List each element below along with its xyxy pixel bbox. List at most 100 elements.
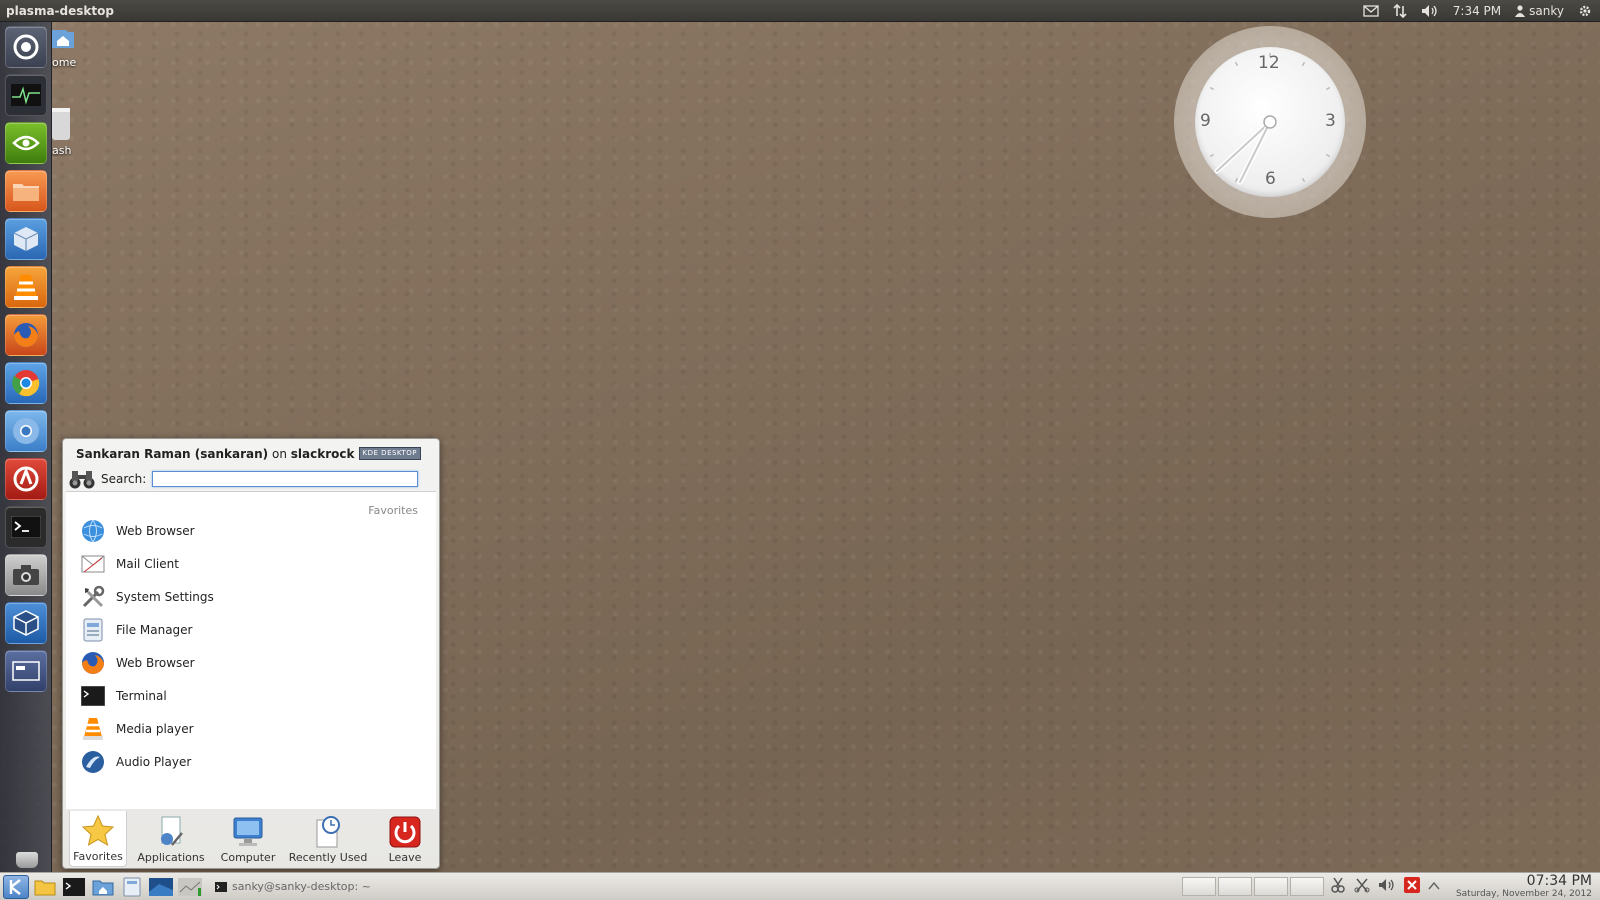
launcher-terminal[interactable]	[5, 506, 47, 548]
network-icon[interactable]	[1393, 3, 1407, 18]
trash-icon	[52, 108, 70, 140]
tools-icon	[80, 584, 106, 610]
pager-desktop-4[interactable]	[1290, 877, 1324, 896]
error-icon[interactable]	[1404, 877, 1420, 896]
search-input[interactable]	[152, 471, 419, 487]
home-folder-icon	[52, 30, 74, 48]
chromium-icon	[13, 418, 39, 444]
desktop-home-label: ome	[52, 56, 77, 69]
favorite-media-player[interactable]: Media player	[80, 714, 420, 744]
search-label: Search:	[101, 472, 147, 486]
favorite-label: System Settings	[116, 590, 214, 604]
favorite-label: Web Browser	[116, 656, 195, 670]
favorite-web-browser-firefox[interactable]: Web Browser	[80, 648, 420, 678]
launcher-camera[interactable]	[5, 554, 47, 596]
nvidia-icon	[12, 135, 40, 151]
tab-favorites[interactable]: Favorites	[69, 811, 127, 867]
scissors-icon[interactable]	[1354, 877, 1370, 896]
kde-logo-icon	[9, 878, 21, 895]
tab-applications[interactable]: Applications	[127, 811, 215, 867]
taskbar-folder[interactable]	[32, 875, 58, 899]
desktop-trash-icon[interactable]: ash	[52, 106, 71, 157]
menu-tabs: Favorites Applications Computer Recently…	[69, 811, 435, 867]
tab-computer[interactable]: Computer	[215, 811, 281, 867]
kde-menu-button[interactable]	[3, 874, 29, 899]
terminal-icon	[215, 881, 227, 892]
taskbar-terminal[interactable]	[61, 875, 87, 899]
vlc-icon	[14, 275, 38, 300]
workspace-icon	[12, 661, 40, 681]
launcher-workspace[interactable]	[5, 650, 47, 692]
pager-desktop-2[interactable]	[1218, 877, 1252, 896]
clock-numeral-9: 9	[1200, 111, 1211, 131]
launcher-trash-icon[interactable]	[16, 852, 38, 868]
cube-icon	[13, 227, 39, 251]
favorite-web-browser[interactable]: Web Browser	[80, 516, 420, 546]
tab-label: Leave	[388, 851, 422, 864]
launcher-chrome[interactable]	[5, 362, 47, 404]
launcher-firefox[interactable]	[5, 314, 47, 356]
mail-icon	[80, 551, 106, 577]
launcher-virtualbox[interactable]	[5, 602, 47, 644]
favorite-label: Web Browser	[116, 524, 195, 538]
launcher-app[interactable]	[5, 458, 47, 500]
taskbar-file-manager[interactable]	[119, 875, 145, 899]
folder-icon	[34, 880, 56, 895]
menu-header: Sankaran Raman (sankaran) on slackrock K…	[76, 447, 429, 463]
clock-face: 12 3 6 9	[1195, 47, 1345, 197]
launcher-system-monitor[interactable]	[5, 74, 47, 116]
pager-desktop-3[interactable]	[1254, 877, 1288, 896]
clock-numeral-6: 6	[1265, 169, 1276, 189]
menu-hostname: slackrock	[290, 447, 355, 461]
launcher-chromium[interactable]	[5, 410, 47, 452]
system-monitor-icon	[11, 84, 41, 106]
user-menu[interactable]: sanky	[1515, 4, 1564, 18]
desktop-home-icon[interactable]: ome	[52, 28, 76, 69]
taskbar-clock[interactable]: 07:34 PM Saturday, November 24, 2012	[1455, 873, 1592, 900]
clock-numeral-12: 12	[1258, 53, 1280, 73]
app-icon	[13, 466, 39, 492]
volume-icon[interactable]	[1378, 877, 1396, 896]
taskbar-date: Saturday, November 24, 2012	[1455, 889, 1592, 899]
tab-leave[interactable]: Leave	[375, 811, 435, 867]
user-icon	[1515, 4, 1526, 17]
tab-recently-used[interactable]: Recently Used	[281, 811, 375, 867]
analog-clock-widget[interactable]: 12 3 6 9	[1174, 26, 1366, 218]
tray-expand-arrow-icon[interactable]	[1428, 880, 1440, 894]
menu-user-name: Sankaran Raman (sankaran)	[76, 447, 269, 461]
launcher-files[interactable]	[5, 170, 47, 212]
virtualbox-icon	[13, 610, 39, 636]
volume-icon[interactable]	[1421, 4, 1439, 18]
klipper-icon[interactable]	[1330, 877, 1346, 896]
home-folder-icon	[92, 880, 114, 895]
search-row: Search:	[69, 466, 419, 492]
launcher-dash[interactable]	[5, 26, 47, 68]
taskbar-time: 07:34 PM	[1526, 873, 1592, 889]
favorite-file-manager[interactable]: File Manager	[80, 615, 420, 645]
terminal-icon	[11, 516, 41, 538]
mail-icon[interactable]	[1363, 4, 1379, 17]
pager-desktop-1[interactable]	[1182, 877, 1216, 896]
taskbar-activity[interactable]	[177, 875, 203, 899]
panel-clock[interactable]: 7:34 PM	[1453, 4, 1501, 18]
taskbar-home[interactable]	[90, 875, 116, 899]
chrome-icon	[12, 370, 40, 397]
bottom-taskbar: sanky@sanky-desktop: ~ 07:34 PM Saturday…	[0, 872, 1600, 900]
window-title: plasma-desktop	[6, 3, 114, 18]
launcher-nvidia[interactable]	[5, 122, 47, 164]
session-gear-icon[interactable]	[1578, 4, 1592, 18]
launcher-vlc[interactable]	[5, 266, 47, 308]
favorite-terminal[interactable]: Terminal	[80, 681, 420, 711]
favorite-mail-client[interactable]: Mail Client	[80, 549, 420, 579]
file-manager-icon	[80, 617, 106, 643]
favorite-system-settings[interactable]: System Settings	[80, 582, 420, 612]
terminal-icon	[80, 683, 106, 709]
task-terminal-window[interactable]: sanky@sanky-desktop: ~	[215, 880, 371, 893]
terminal-icon	[63, 877, 85, 896]
launcher-cube[interactable]	[5, 218, 47, 260]
taskbar-desktop[interactable]	[148, 875, 174, 899]
firefox-icon	[14, 323, 38, 347]
tab-label: Recently Used	[288, 851, 368, 864]
activity-icon	[178, 877, 202, 896]
favorite-audio-player[interactable]: Audio Player	[80, 747, 420, 777]
